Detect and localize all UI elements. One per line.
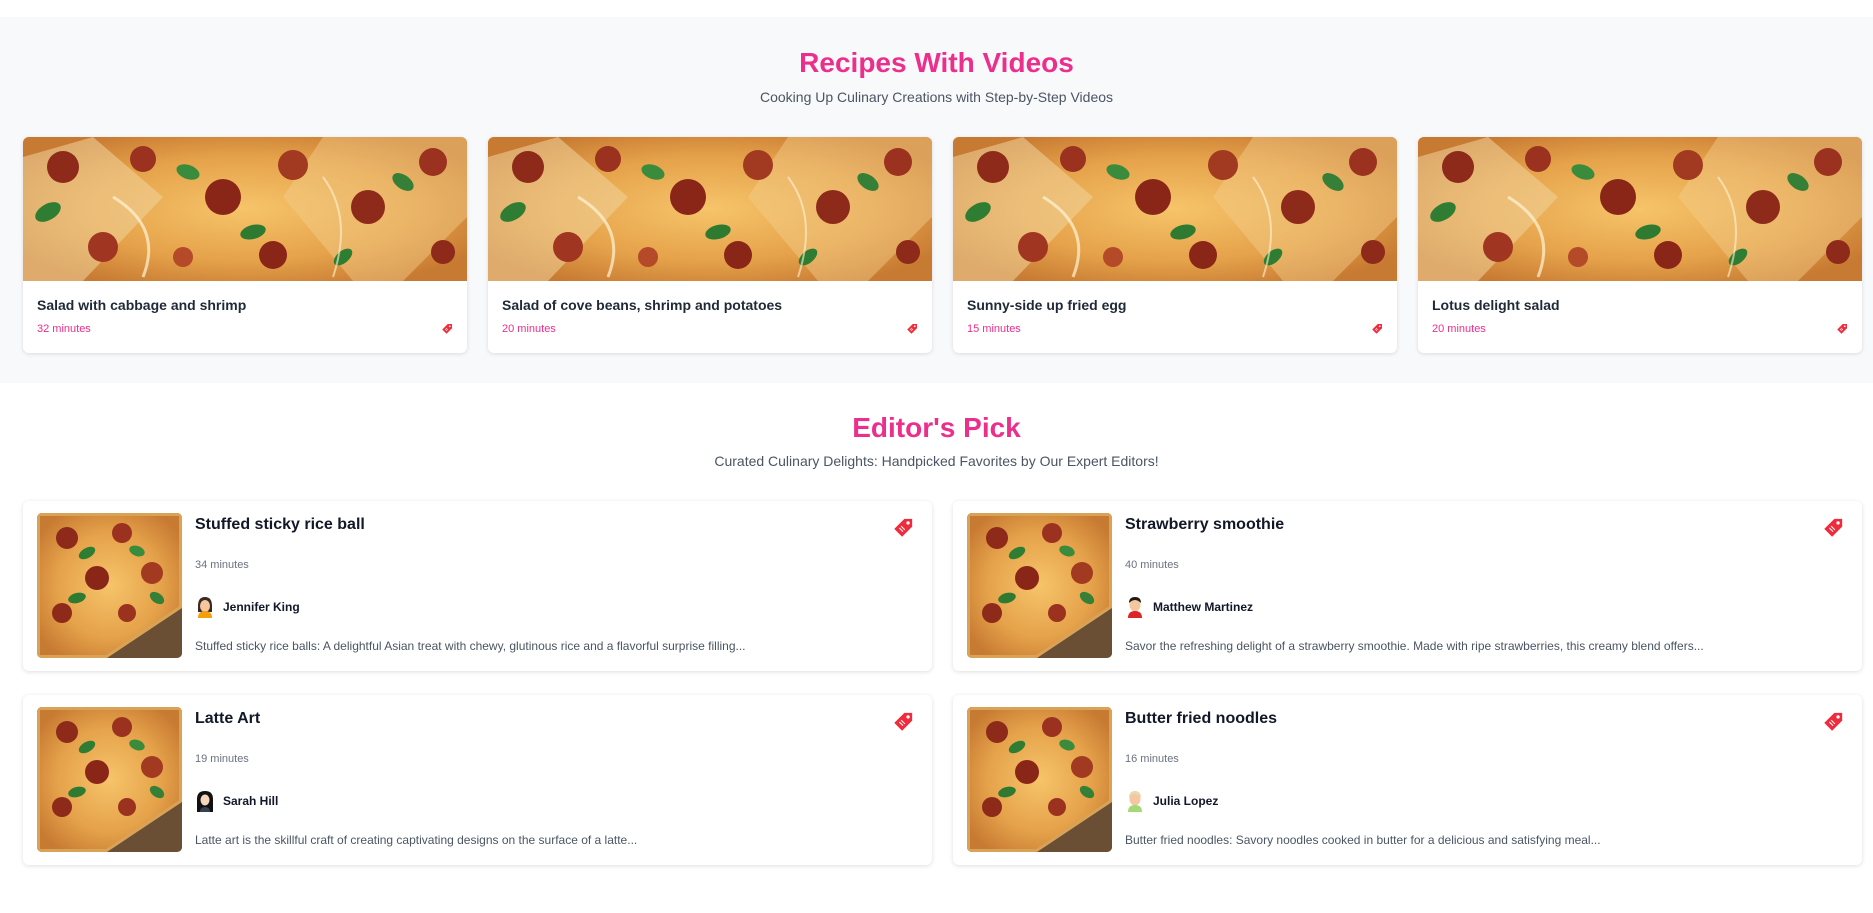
recipe-image[interactable] [488, 137, 932, 281]
recipe-time: 16 minutes [1125, 753, 1179, 765]
recipe-title[interactable]: Salad of cove beans, shrimp and potatoes [502, 297, 782, 313]
editors-pick-card[interactable]: Latte Art 19 minutes Sarah Hill Latte ar… [23, 695, 932, 865]
recipe-title[interactable]: Stuffed sticky rice ball [195, 516, 365, 534]
recipe-time: 34 minutes [195, 559, 249, 571]
recipe-image[interactable] [37, 707, 182, 852]
author-name: Sarah Hill [223, 794, 279, 808]
recipe-title[interactable]: Lotus delight salad [1432, 297, 1560, 313]
recipe-description: Butter fried noodles: Savory noodles coo… [1125, 833, 1601, 847]
recipe-description: Stuffed sticky rice balls: A delightful … [195, 639, 746, 653]
video-recipe-card[interactable]: Sunny-side up fried egg 15 minutes [953, 137, 1397, 353]
author[interactable]: Matthew Martinez [1125, 595, 1253, 619]
recipe-image[interactable] [23, 137, 467, 281]
recipe-time: 15 minutes [967, 323, 1021, 335]
recipe-image[interactable] [1418, 137, 1862, 281]
tag-icon[interactable] [906, 323, 918, 335]
girl-avatar-icon [1128, 791, 1142, 812]
recipe-title[interactable]: Butter fried noodles [1125, 710, 1277, 728]
tag-icon[interactable] [1836, 323, 1848, 335]
author-name: Julia Lopez [1153, 794, 1219, 808]
tag-icon[interactable] [441, 323, 453, 335]
tag-icon[interactable] [892, 711, 914, 733]
recipe-description: Savor the refreshing delight of a strawb… [1125, 639, 1704, 653]
tag-icon[interactable] [892, 517, 914, 539]
tag-icon[interactable] [1371, 323, 1383, 335]
editors-pick-card[interactable]: Stuffed sticky rice ball 34 minutes Jenn… [23, 501, 932, 671]
section-title: Editor's Pick [852, 412, 1021, 443]
man-avatar-icon [1128, 597, 1142, 618]
author-name: Jennifer King [223, 600, 300, 614]
recipe-description: Latte art is the skillful craft of creat… [195, 833, 638, 847]
video-recipe-card[interactable]: Salad of cove beans, shrimp and potatoes… [488, 137, 932, 353]
author[interactable]: Sarah Hill [195, 789, 278, 813]
recipe-image[interactable] [953, 137, 1397, 281]
recipe-title[interactable]: Latte Art [195, 710, 260, 728]
author[interactable]: Jennifer King [195, 595, 300, 619]
recipe-time: 20 minutes [502, 323, 556, 335]
woman-avatar-icon [198, 597, 212, 618]
section-subtitle: Curated Culinary Delights: Handpicked Fa… [714, 453, 1159, 469]
recipe-image[interactable] [967, 513, 1112, 658]
recipe-title[interactable]: Strawberry smoothie [1125, 516, 1284, 534]
recipe-time: 20 minutes [1432, 323, 1486, 335]
recipe-time: 40 minutes [1125, 559, 1179, 571]
recipe-title[interactable]: Salad with cabbage and shrimp [37, 297, 246, 313]
section-subtitle: Cooking Up Culinary Creations with Step-… [759, 89, 1114, 105]
editors-pick-section: Editor's Pick Curated Culinary Delights:… [0, 383, 1873, 913]
recipe-image[interactable] [37, 513, 182, 658]
section-title: Recipes With Videos [799, 47, 1074, 78]
recipe-time: 32 minutes [37, 323, 91, 335]
recipe-title[interactable]: Sunny-side up fried egg [967, 297, 1126, 313]
author-name: Matthew Martinez [1153, 600, 1254, 614]
tag-icon[interactable] [1822, 517, 1844, 539]
editors-pick-card[interactable]: Butter fried noodles 16 minutes Julia Lo… [953, 695, 1862, 865]
tag-icon[interactable] [1822, 711, 1844, 733]
recipe-time: 19 minutes [195, 753, 249, 765]
video-recipe-card[interactable]: Salad with cabbage and shrimp 32 minutes [23, 137, 467, 353]
editors-pick-card[interactable]: Strawberry smoothie 40 minutes Matthew M… [953, 501, 1862, 671]
recipes-with-videos-section: Recipes With Videos Cooking Up Culinary … [0, 17, 1873, 383]
recipe-image[interactable] [967, 707, 1112, 852]
hijab-avatar-icon [197, 791, 213, 812]
author[interactable]: Julia Lopez [1125, 789, 1218, 813]
video-recipe-card[interactable]: Lotus delight salad 20 minutes [1418, 137, 1862, 353]
